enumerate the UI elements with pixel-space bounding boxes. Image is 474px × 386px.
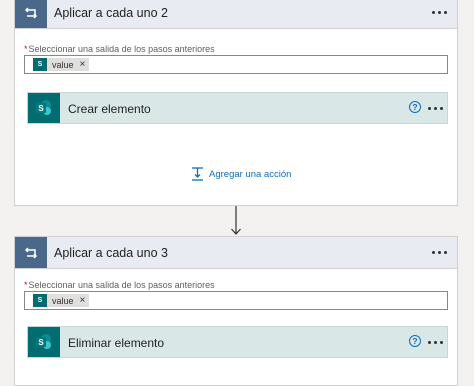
loop-icon bbox=[15, 0, 47, 28]
field-label: *Seleccionar una salida de los pasos ant… bbox=[24, 44, 215, 54]
sharepoint-icon: S bbox=[28, 327, 60, 357]
value-token[interactable]: S value × bbox=[33, 58, 90, 71]
loop-header[interactable]: Aplicar a cada uno 3 bbox=[15, 237, 457, 269]
apply-to-each-3-card: Aplicar a cada uno 3 *Seleccionar una sa… bbox=[14, 236, 458, 386]
token-label: value bbox=[52, 59, 74, 70]
remove-token-icon[interactable]: × bbox=[80, 59, 86, 70]
create-item-action[interactable]: S Crear elemento ? bbox=[27, 92, 448, 124]
output-select-input[interactable]: S value × bbox=[24, 291, 448, 310]
field-label: *Seleccionar una salida de los pasos ant… bbox=[24, 280, 215, 290]
sharepoint-icon: S bbox=[33, 294, 47, 307]
loop-title: Aplicar a cada uno 3 bbox=[54, 246, 168, 260]
remove-token-icon[interactable]: × bbox=[80, 295, 86, 306]
add-action-icon bbox=[192, 167, 203, 181]
add-action-button[interactable]: Agregar una acción bbox=[191, 167, 291, 181]
token-label: value bbox=[52, 295, 74, 306]
action-title: Eliminar elemento bbox=[68, 336, 165, 350]
help-icon[interactable]: ? bbox=[409, 101, 421, 113]
add-action-label: Agregar una acción bbox=[209, 168, 292, 180]
svg-text:S: S bbox=[38, 338, 44, 347]
loop-icon bbox=[15, 237, 47, 268]
sharepoint-icon: S bbox=[28, 93, 60, 123]
delete-item-action[interactable]: S Eliminar elemento ? bbox=[27, 326, 448, 358]
sharepoint-icon: S bbox=[33, 58, 47, 71]
apply-to-each-2-card: Aplicar a cada uno 2 *Seleccionar una sa… bbox=[14, 0, 458, 206]
loop-header[interactable]: Aplicar a cada uno 2 bbox=[15, 0, 457, 29]
output-select-input[interactable]: S value × bbox=[24, 55, 448, 74]
action-title: Crear elemento bbox=[68, 102, 151, 116]
help-icon[interactable]: ? bbox=[409, 335, 421, 347]
more-options-icon[interactable] bbox=[425, 97, 445, 119]
svg-text:S: S bbox=[38, 104, 44, 113]
more-options-icon[interactable] bbox=[427, 241, 451, 263]
arrow-down-icon bbox=[231, 206, 241, 235]
more-options-icon[interactable] bbox=[425, 331, 445, 353]
more-options-icon[interactable] bbox=[427, 1, 451, 23]
value-token[interactable]: S value × bbox=[33, 294, 90, 307]
loop-title: Aplicar a cada uno 2 bbox=[54, 6, 168, 20]
